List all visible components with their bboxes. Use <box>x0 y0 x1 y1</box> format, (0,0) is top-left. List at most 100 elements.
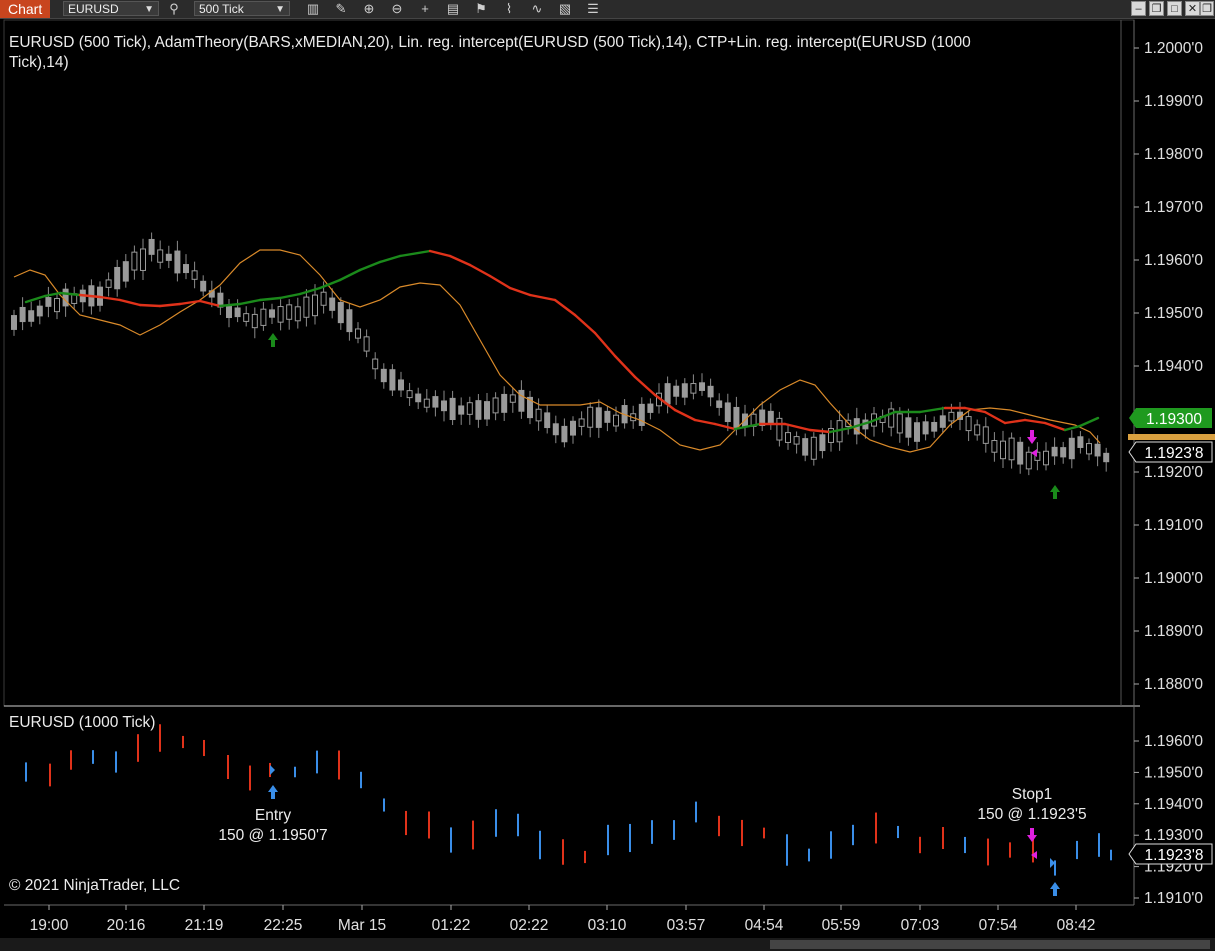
candle-body <box>1000 440 1006 460</box>
instrument-selector[interactable]: EURUSD ▼ <box>63 1 159 16</box>
minimize-icon[interactable]: – <box>1131 1 1146 16</box>
adam-theory-segment <box>238 298 262 306</box>
candle-body <box>475 400 482 420</box>
candle-body <box>716 400 723 408</box>
price-axis-label: 1.1990'0 <box>1144 93 1203 110</box>
restore-icon[interactable]: ❐ <box>1200 1 1214 16</box>
candle-body <box>458 405 465 415</box>
candle-body <box>406 390 413 399</box>
adam-theory-segment <box>613 354 637 379</box>
candle-body <box>939 415 946 428</box>
sub-price-axis[interactable]: 1.1960'01.1950'01.1940'01.1930'01.1920'0… <box>1134 733 1203 907</box>
candle-body <box>613 414 619 427</box>
scrollbar-thumb[interactable] <box>770 940 1210 949</box>
candle-body <box>595 407 602 428</box>
interval-selector[interactable]: 500 Tick ▼ <box>194 1 290 16</box>
entry-fill-marker-icon <box>270 765 275 775</box>
chart-canvas[interactable]: 1.2000'0 1.1990'0 1.1980'0 1.1970'0 1.1960'0… <box>0 18 1215 951</box>
candle-body <box>810 436 817 460</box>
candle-body <box>552 423 559 436</box>
candle-body <box>243 313 250 322</box>
restore-icon[interactable]: ❐ <box>1149 1 1164 16</box>
candle-body <box>174 250 181 274</box>
main-panel-title-line1: EURUSD (500 Tick), AdamTheory(BARS,xMEDI… <box>9 34 971 51</box>
adam-theory-segment <box>118 298 142 307</box>
time-axis-label: 07:03 <box>901 917 940 934</box>
price-axis-label: 1.2000'0 <box>1144 40 1203 57</box>
adam-theory-segment <box>1003 418 1027 425</box>
adam-theory-segment <box>178 299 202 306</box>
candle-body <box>793 436 800 445</box>
candle-body <box>234 307 241 318</box>
entry-label: Entry <box>255 807 291 824</box>
candle-body <box>183 264 189 274</box>
close-icon[interactable]: ✕ <box>1185 1 1200 16</box>
candle-body <box>157 249 164 263</box>
price-axis-label: 1.1890'0 <box>1144 623 1203 640</box>
candle-body <box>931 421 938 432</box>
crosshair-icon[interactable]: + <box>414 0 436 18</box>
main-panel-title-line2: Tick),14) <box>9 54 69 71</box>
price-axis-label: 1.1940'0 <box>1144 796 1203 813</box>
indicators-icon[interactable]: ⌇ <box>498 0 520 18</box>
candle-body <box>673 385 680 397</box>
candle-body <box>105 279 112 288</box>
price-axis-label: 1.1900'0 <box>1144 570 1203 587</box>
adam-theory-segment <box>468 263 492 278</box>
price-axis-label: 1.1950'0 <box>1144 305 1203 322</box>
price-axis-label: 1.1960'0 <box>1144 252 1203 269</box>
candle-body <box>733 406 740 430</box>
zoom-out-icon[interactable]: ⊖ <box>386 0 408 18</box>
zoom-in-icon[interactable]: ⊕ <box>358 0 380 18</box>
candle-body <box>303 296 310 318</box>
candle-body <box>36 305 43 317</box>
chart-trader-icon[interactable]: ▧ <box>554 0 576 18</box>
candle-body <box>140 248 146 271</box>
price-axis-label: 1.1970'0 <box>1144 199 1203 216</box>
chevron-down-icon: ▼ <box>275 4 285 15</box>
adam-theory-segment <box>378 254 402 264</box>
bars-type-icon[interactable]: ▥ <box>302 0 324 18</box>
candle-body <box>165 253 172 261</box>
entry-arrow-icon <box>1050 882 1060 896</box>
candle-body <box>363 336 370 352</box>
candle-body <box>1017 441 1024 465</box>
drawing-tool-icon[interactable]: ✎ <box>330 0 352 18</box>
main-price-axis[interactable]: 1.2000'0 1.1990'0 1.1980'0 1.1970'0 1.1960'0… <box>1134 40 1203 693</box>
candle-body <box>647 403 654 413</box>
sub-panel-title: EURUSD (1000 Tick) <box>9 714 155 731</box>
candle-body <box>346 309 353 333</box>
strategies-icon[interactable]: ∿ <box>526 0 548 18</box>
candle-body <box>776 417 783 441</box>
candle-body <box>260 308 267 326</box>
search-icon[interactable]: ⚲ <box>163 0 185 18</box>
candle-body <box>1060 447 1067 458</box>
menu-icon[interactable]: ☰ <box>582 0 604 18</box>
candle-body <box>681 383 688 398</box>
candle-body <box>45 297 52 307</box>
time-axis-label: 19:00 <box>30 917 69 934</box>
price-axis-label: 1.1910'0 <box>1144 890 1203 907</box>
candle-body <box>200 280 207 292</box>
adam-theory-segment <box>633 375 657 397</box>
adam-theory-segment <box>508 286 532 297</box>
candle-body <box>415 393 422 403</box>
properties-icon[interactable]: ⚑ <box>470 0 492 18</box>
candle-body <box>1051 446 1058 457</box>
entry-arrow-icon <box>268 785 278 799</box>
candle-body <box>948 411 955 422</box>
time-axis-label: 04:54 <box>745 917 784 934</box>
maximize-icon[interactable]: □ <box>1167 1 1182 16</box>
price-axis-label: 1.1950'0 <box>1144 764 1203 781</box>
data-box-icon[interactable]: ▤ <box>442 0 464 18</box>
adam-theory-segment <box>158 302 182 308</box>
chevron-down-icon: ▼ <box>144 4 154 15</box>
entry-detail: 150 @ 1.1950'7 <box>218 827 327 844</box>
candle-body <box>492 397 499 414</box>
adam-theory-segment <box>398 249 432 258</box>
time-axis-label: 02:22 <box>510 917 549 934</box>
chart-tab[interactable]: Chart <box>0 0 51 18</box>
candle-body <box>441 400 447 412</box>
time-axis[interactable]: 19:00 20:16 21:19 22:25 Mar 15 01:22 02:22 03:1… <box>30 905 1096 934</box>
candle-body <box>148 238 155 255</box>
